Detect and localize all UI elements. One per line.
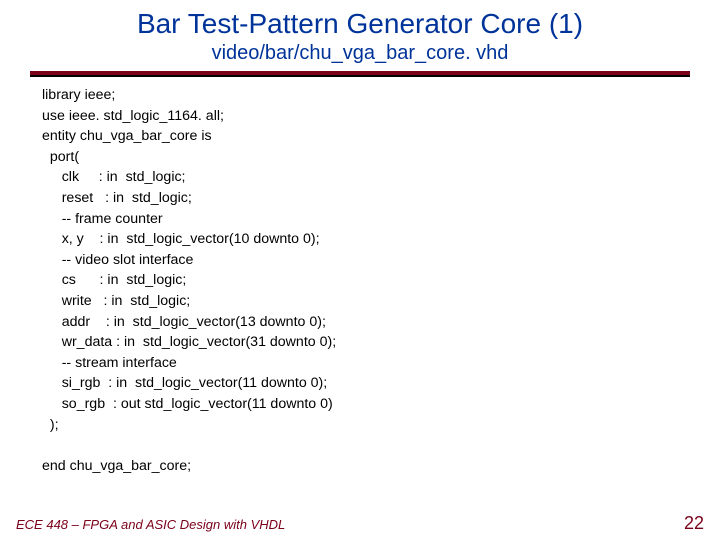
slide: Bar Test-Pattern Generator Core (1) vide…	[0, 0, 720, 540]
page-number: 22	[684, 513, 704, 534]
footer-course: ECE 448 – FPGA and ASIC Design with VHDL	[16, 517, 285, 532]
horizontal-rule	[30, 71, 690, 75]
code-block: library ieee; use ieee. std_logic_1164. …	[42, 85, 720, 476]
slide-subtitle: video/bar/chu_vga_bar_core. vhd	[0, 42, 720, 65]
slide-title: Bar Test-Pattern Generator Core (1)	[0, 0, 720, 40]
footer: ECE 448 – FPGA and ASIC Design with VHDL…	[16, 513, 704, 534]
